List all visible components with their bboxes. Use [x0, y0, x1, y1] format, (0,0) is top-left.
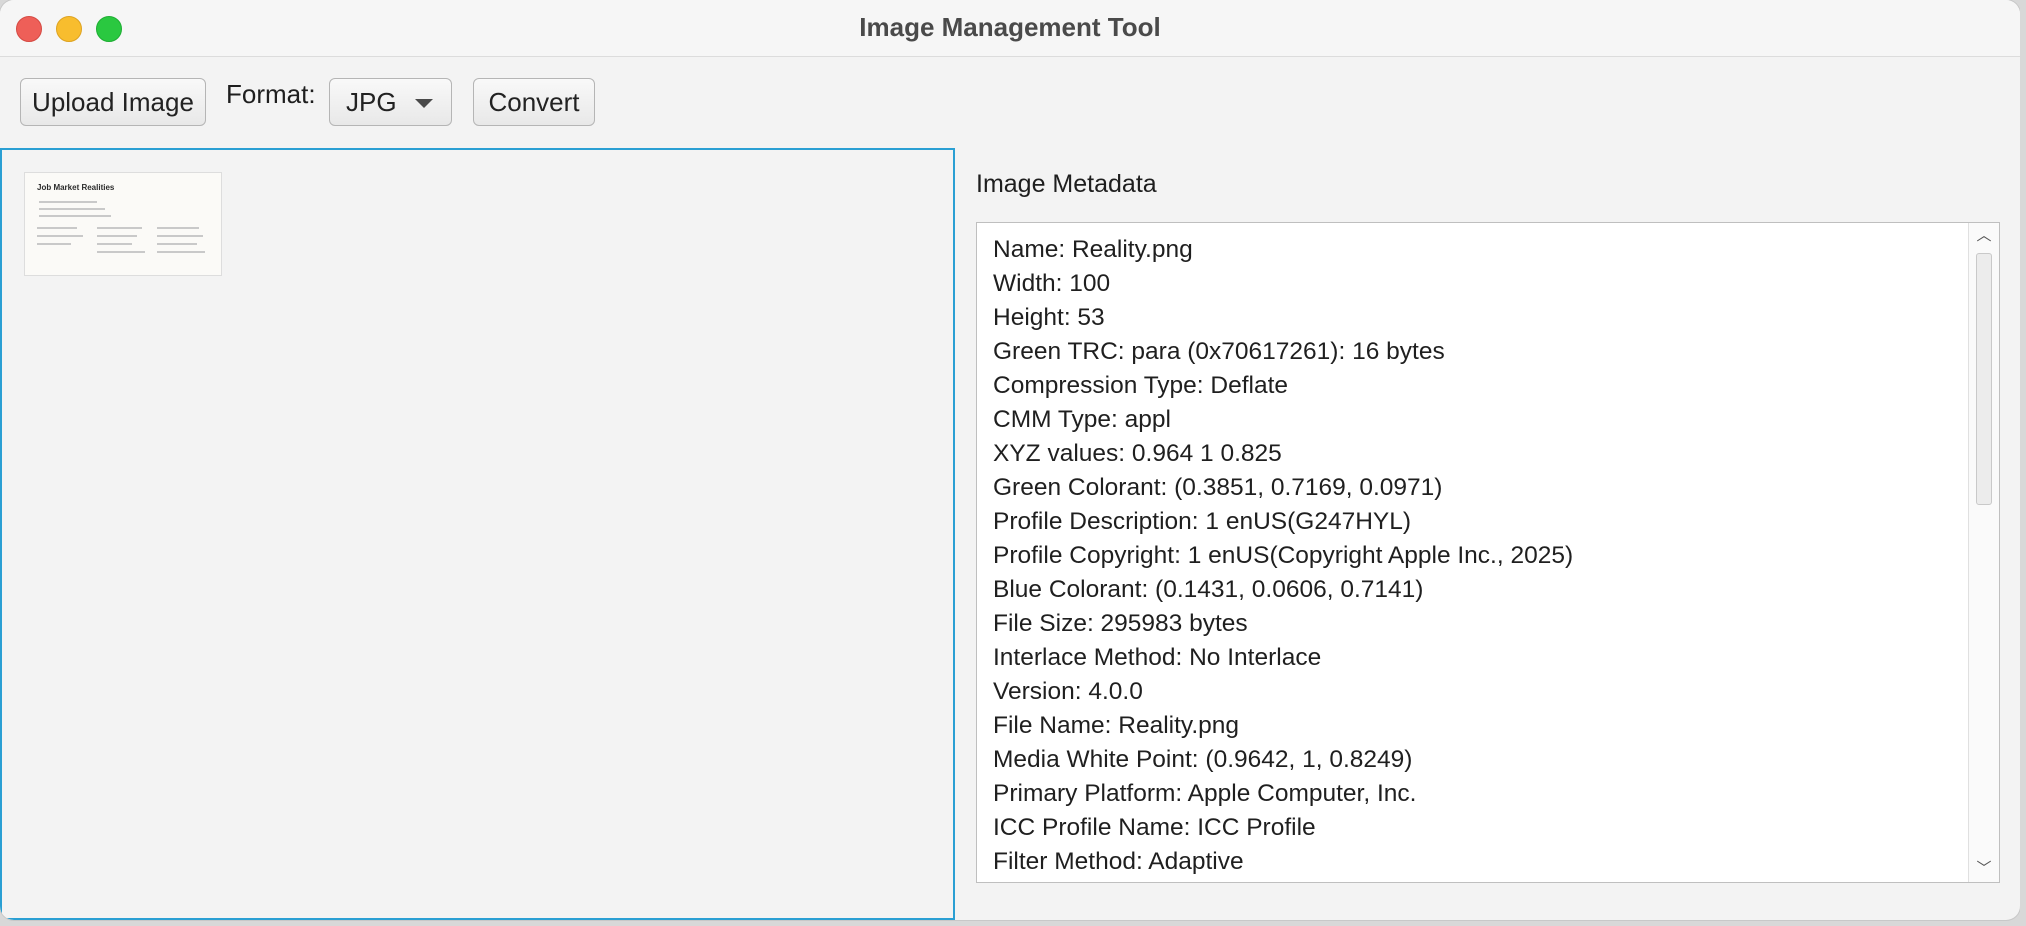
thumbnail-line	[39, 208, 105, 210]
thumbnail-line	[37, 235, 83, 237]
thumbnail-line	[97, 243, 132, 245]
window-title: Image Management Tool	[859, 12, 1161, 42]
window-edge	[2020, 0, 2026, 926]
metadata-text-area[interactable]: Name: Reality.png Width: 100 Height: 53 …	[976, 222, 2000, 883]
thumbnail-line	[97, 251, 145, 253]
thumbnail-line	[157, 251, 205, 253]
thumbnail-line	[97, 235, 137, 237]
metadata-line: Compression Type: Deflate	[993, 372, 1289, 399]
convert-button[interactable]: Convert	[473, 78, 595, 126]
thumbnail-title: Job Market Realities	[37, 183, 115, 192]
metadata-line: CMM Type: appl	[993, 406, 1171, 433]
metadata-line: ICC Profile Name: ICC Profile	[993, 814, 1316, 841]
thumbnail-line	[157, 235, 203, 237]
format-select[interactable]: JPG	[329, 78, 452, 126]
vertical-scrollbar[interactable]: ︿ ﹀	[1968, 223, 1999, 882]
scrollbar-thumb[interactable]	[1976, 253, 1992, 505]
metadata-line: Primary Platform: Apple Computer, Inc.	[993, 780, 1417, 807]
thumbnail-line	[157, 227, 199, 229]
metadata-line: Profile Copyright: 1 enUS(Copyright Appl…	[993, 542, 1574, 569]
metadata-line: Media White Point: (0.9642, 1, 0.8249)	[993, 746, 1413, 773]
metadata-line: Green TRC: para (0x70617261): 16 bytes	[993, 338, 1445, 365]
thumbnail-line	[37, 243, 71, 245]
thumbnail-line	[39, 201, 97, 203]
metadata-line: Height: 53	[993, 304, 1105, 331]
upload-image-button[interactable]: Upload Image	[20, 78, 206, 126]
metadata-line: Filter Method: Adaptive	[993, 848, 1244, 875]
metadata-line: File Name: Reality.png	[993, 712, 1240, 739]
metadata-line: Green Colorant: (0.3851, 0.7169, 0.0971)	[993, 474, 1443, 501]
metadata-list: Name: Reality.png Width: 100 Height: 53 …	[993, 233, 1959, 879]
metadata-line: Width: 100	[993, 270, 1111, 297]
app-window: Image Management Tool Upload Image Forma…	[0, 0, 2020, 920]
thumbnail-line	[97, 227, 142, 229]
thumbnail-line	[37, 227, 77, 229]
title-bar: Image Management Tool	[0, 0, 2020, 57]
metadata-line: Version: 4.0.0	[993, 678, 1143, 705]
scroll-up-icon[interactable]: ︿	[1969, 225, 1999, 247]
metadata-line: XYZ values: 0.964 1 0.825	[993, 440, 1282, 467]
format-label: Format:	[226, 79, 316, 109]
metadata-line: Blue Colorant: (0.1431, 0.0606, 0.7141)	[993, 576, 1424, 603]
thumbnail-line	[157, 243, 197, 245]
thumbnail-line	[39, 215, 111, 217]
image-thumbnail[interactable]: Job Market Realities	[24, 172, 222, 276]
scroll-down-icon[interactable]: ﹀	[1969, 858, 1999, 880]
metadata-line: Name: Reality.png	[993, 236, 1193, 263]
metadata-line: Interlace Method: No Interlace	[993, 644, 1322, 671]
image-preview-panel[interactable]: Job Market Realities	[0, 148, 955, 920]
chevron-down-icon	[415, 99, 433, 108]
metadata-label: Image Metadata	[976, 170, 1157, 198]
metadata-line: File Size: 295983 bytes	[993, 610, 1248, 637]
metadata-line: Profile Description: 1 enUS(G247HYL)	[993, 508, 1412, 535]
format-selected-value: JPG	[346, 86, 397, 117]
